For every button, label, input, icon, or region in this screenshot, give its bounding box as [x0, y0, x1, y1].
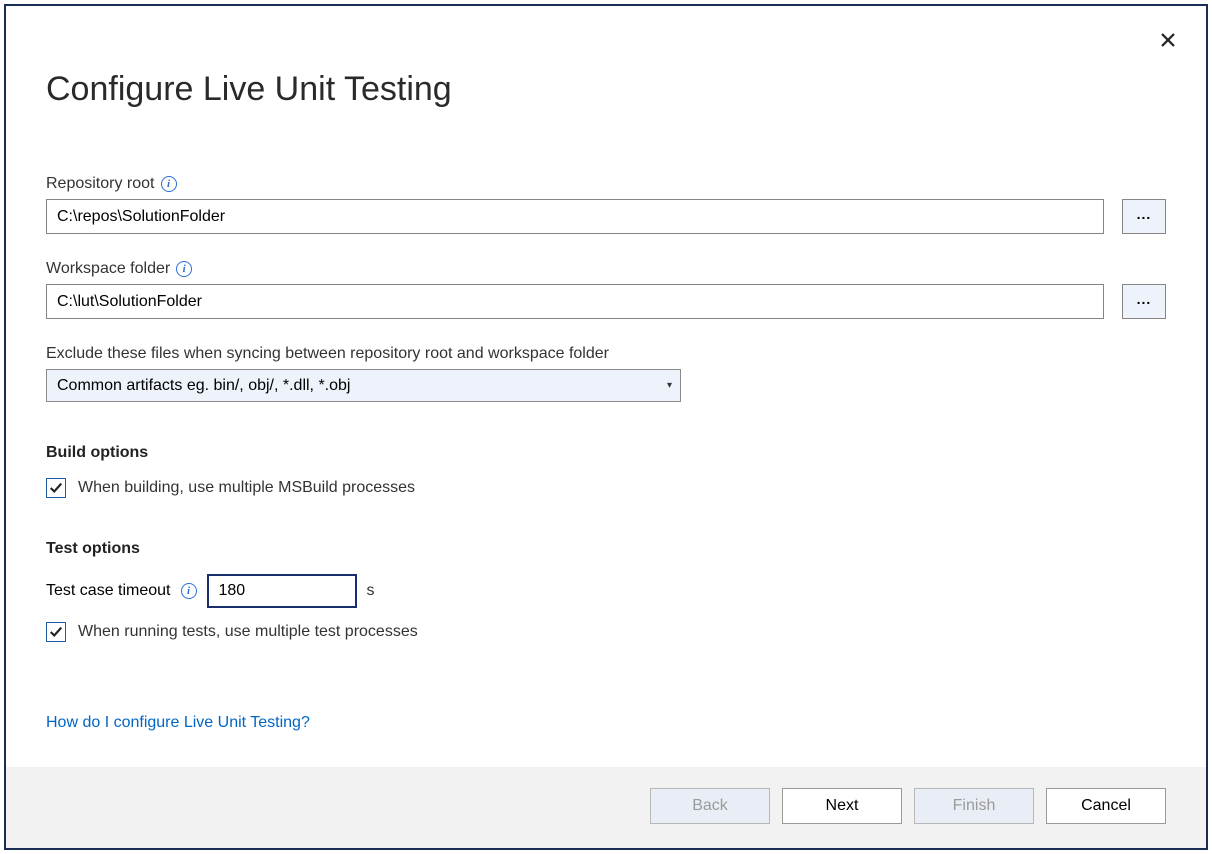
checkbox-multi-msbuild-row: When building, use multiple MSBuild proc…: [46, 478, 1166, 498]
dialog-footer: Back Next Finish Cancel: [6, 767, 1206, 848]
dialog-configure-lut: Configure Live Unit Testing Repository r…: [4, 4, 1208, 850]
dialog-content: Configure Live Unit Testing Repository r…: [6, 6, 1206, 767]
timeout-label: Test case timeout: [46, 582, 171, 600]
test-options-heading: Test options: [46, 540, 1166, 558]
field-repo-root: Repository root i ...: [46, 175, 1166, 234]
back-button[interactable]: Back: [650, 788, 770, 824]
timeout-input[interactable]: [207, 574, 357, 608]
cancel-button[interactable]: Cancel: [1046, 788, 1166, 824]
build-options-heading: Build options: [46, 444, 1166, 462]
field-workspace: Workspace folder i ...: [46, 260, 1166, 319]
finish-button[interactable]: Finish: [914, 788, 1034, 824]
checkbox-multi-msbuild[interactable]: [46, 478, 66, 498]
checkbox-multi-test[interactable]: [46, 622, 66, 642]
exclude-selected: Common artifacts eg. bin/, obj/, *.dll, …: [57, 377, 350, 395]
multi-msbuild-label: When building, use multiple MSBuild proc…: [78, 479, 415, 497]
next-button[interactable]: Next: [782, 788, 902, 824]
repo-root-input[interactable]: [46, 199, 1104, 234]
workspace-label: Workspace folder: [46, 260, 170, 278]
timeout-unit: s: [367, 582, 375, 600]
timeout-row: Test case timeout i s: [46, 574, 1166, 608]
info-icon[interactable]: i: [181, 583, 197, 599]
info-icon[interactable]: i: [161, 176, 177, 192]
field-exclude: Exclude these files when syncing between…: [46, 345, 1166, 402]
close-icon[interactable]: [1158, 30, 1178, 50]
page-title: Configure Live Unit Testing: [46, 70, 1166, 109]
exclude-label: Exclude these files when syncing between…: [46, 345, 609, 363]
workspace-browse-button[interactable]: ...: [1122, 284, 1166, 319]
workspace-input[interactable]: [46, 284, 1104, 319]
checkbox-multi-test-row: When running tests, use multiple test pr…: [46, 622, 1166, 642]
repo-root-browse-button[interactable]: ...: [1122, 199, 1166, 234]
help-link[interactable]: How do I configure Live Unit Testing?: [46, 714, 310, 732]
chevron-down-icon: ▾: [667, 380, 672, 391]
repo-root-label: Repository root: [46, 175, 155, 193]
multi-test-label: When running tests, use multiple test pr…: [78, 623, 418, 641]
exclude-dropdown[interactable]: Common artifacts eg. bin/, obj/, *.dll, …: [46, 369, 681, 402]
info-icon[interactable]: i: [176, 261, 192, 277]
